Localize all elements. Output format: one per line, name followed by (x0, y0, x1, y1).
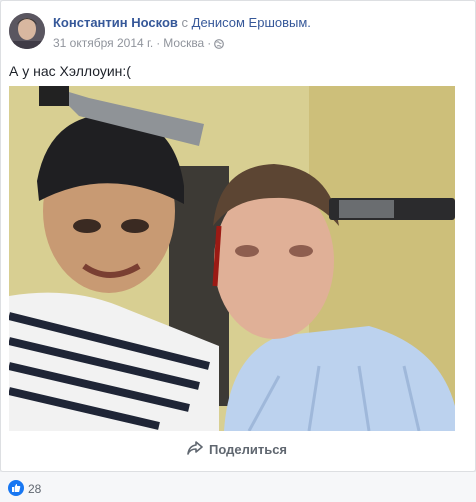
author-name[interactable]: Константин Носков (53, 15, 178, 30)
like-count[interactable]: 28 (28, 482, 41, 496)
tagged-user[interactable]: Денисом Ершовым. (192, 15, 311, 30)
share-label: Поделиться (209, 442, 288, 457)
author-avatar[interactable] (9, 13, 45, 49)
author-line: Константин Носков с Денисом Ершовым. (53, 15, 311, 30)
post-location[interactable]: Москва (163, 36, 204, 50)
share-icon (187, 441, 203, 458)
share-button[interactable]: Поделиться (187, 441, 287, 458)
post-date[interactable]: 31 октября 2014 г. (53, 36, 153, 50)
globe-icon[interactable] (214, 38, 225, 49)
meta-separator-2: · (207, 36, 212, 50)
post-text: А у нас Хэллоуин:( (9, 63, 131, 79)
like-icon[interactable] (8, 480, 24, 496)
post-meta: 31 октября 2014 г. · Москва · (53, 36, 225, 50)
reactions-bar: 28 (0, 472, 476, 502)
meta-separator: · (156, 36, 161, 50)
with-word: с (181, 15, 189, 30)
post-photo[interactable] (9, 86, 455, 431)
post-card: Константин Носков с Денисом Ершовым. 31 … (0, 0, 476, 472)
